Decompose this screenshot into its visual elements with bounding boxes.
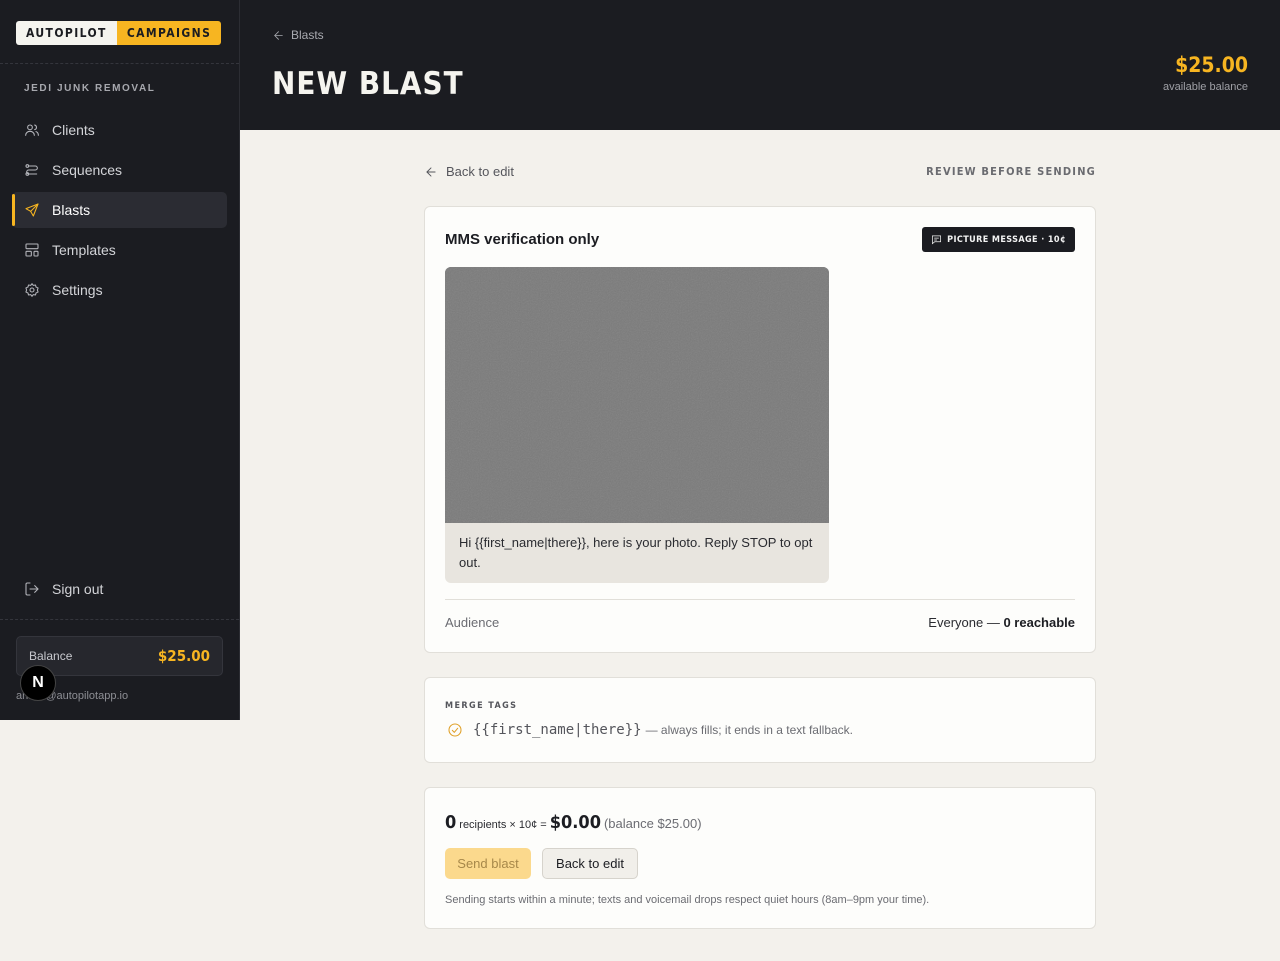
sidebar-nav: Clients Sequences Blasts Templates Setti… bbox=[12, 112, 227, 312]
logo-campaigns: CAMPAIGNS bbox=[116, 21, 222, 45]
back-to-edit-button[interactable]: Back to edit bbox=[542, 848, 638, 879]
total-cost: $0.00 bbox=[549, 812, 601, 833]
app-logo[interactable]: AUTOPILOT CAMPAIGNS bbox=[16, 21, 222, 45]
audience-value: Everyone — 0 reachable bbox=[928, 615, 1075, 630]
noise-image bbox=[445, 267, 829, 523]
sign-out-button[interactable]: Sign out bbox=[12, 571, 227, 607]
sidebar-item-settings[interactable]: Settings bbox=[12, 272, 227, 308]
merge-tag-description: — always fills; it ends in a text fallba… bbox=[645, 723, 853, 737]
sidebar-item-label: Templates bbox=[52, 242, 116, 258]
sidebar-divider bbox=[0, 619, 239, 620]
merge-tag-row: {{first_name|there}} — always fills; it … bbox=[447, 722, 853, 738]
page-header: Blasts NEW BLAST $25.00 available balanc… bbox=[240, 0, 1280, 130]
message-type-badge: PICTURE MESSAGE · 10¢ bbox=[922, 227, 1075, 252]
balance-value: $25.00 bbox=[157, 647, 210, 665]
sending-note: Sending starts within a minute; texts an… bbox=[445, 894, 930, 906]
sidebar-item-label: Settings bbox=[52, 282, 103, 298]
breadcrumb[interactable]: Blasts bbox=[272, 28, 324, 42]
sign-out-icon bbox=[25, 582, 39, 596]
sequences-icon bbox=[25, 164, 38, 176]
message-title: MMS verification only bbox=[445, 231, 600, 248]
sidebar-item-blasts[interactable]: Blasts bbox=[12, 192, 227, 228]
audience-reachable: 0 reachable bbox=[1003, 615, 1075, 630]
org-name: JEDI JUNK REMOVAL bbox=[24, 83, 156, 94]
check-circle-icon bbox=[448, 723, 462, 737]
sidebar-divider bbox=[0, 63, 239, 64]
review-label: REVIEW BEFORE SENDING bbox=[926, 165, 1096, 178]
sidebar-item-label: Sequences bbox=[52, 162, 123, 178]
message-preview-card: MMS verification only PICTURE MESSAGE · … bbox=[424, 206, 1096, 653]
send-blast-button[interactable]: Send blast bbox=[445, 848, 531, 879]
header-balance-amount: $25.00 bbox=[1175, 53, 1248, 77]
dev-tools-badge[interactable]: N bbox=[20, 665, 56, 701]
sidebar-item-label: Clients bbox=[52, 122, 95, 138]
balance-label: Balance bbox=[29, 649, 73, 663]
merge-tags-card: MERGE TAGS {{first_name|there}} — always… bbox=[424, 677, 1096, 763]
audience-label: Audience bbox=[445, 615, 500, 630]
review-topbar: Back to edit REVIEW BEFORE SENDING bbox=[424, 164, 1096, 180]
arrow-left-icon bbox=[426, 166, 436, 177]
sidebar: AUTOPILOT CAMPAIGNS JEDI JUNK REMOVAL Cl… bbox=[0, 0, 240, 720]
breadcrumb-blasts: Blasts bbox=[291, 28, 324, 42]
balance-note: (balance $25.00) bbox=[603, 816, 702, 831]
templates-icon bbox=[25, 243, 39, 257]
sign-out-label: Sign out bbox=[52, 581, 104, 597]
sidebar-item-clients[interactable]: Clients bbox=[12, 112, 227, 148]
logo-autopilot: AUTOPILOT bbox=[16, 21, 117, 45]
arrow-left-icon bbox=[274, 30, 283, 40]
merge-tag-code: {{first_name|there}} bbox=[473, 722, 642, 738]
sign-out: Sign out bbox=[12, 571, 227, 611]
message-body: Hi {{first_name|there}}, here is your ph… bbox=[445, 523, 829, 583]
back-to-edit-link[interactable]: Back to edit bbox=[424, 164, 514, 179]
divider bbox=[445, 599, 1075, 600]
merge-tags-heading: MERGE TAGS bbox=[445, 701, 518, 711]
recipients-text: recipients × 10¢ = bbox=[459, 819, 547, 831]
back-to-edit-label: Back to edit bbox=[446, 164, 514, 179]
recipients-count: 0 bbox=[445, 812, 457, 833]
message-icon bbox=[932, 235, 942, 245]
sidebar-item-label: Blasts bbox=[52, 202, 91, 218]
sidebar-item-sequences[interactable]: Sequences bbox=[12, 152, 227, 188]
header-balance: $25.00 available balance bbox=[1163, 53, 1248, 93]
page-title: NEW BLAST bbox=[272, 66, 464, 102]
send-icon bbox=[25, 203, 39, 217]
sidebar-item-templates[interactable]: Templates bbox=[12, 232, 227, 268]
cost-summary: 0 recipients × 10¢ = $0.00 (balance $25.… bbox=[445, 812, 702, 833]
message-type-label: PICTURE MESSAGE · 10¢ bbox=[947, 234, 1066, 245]
mms-image bbox=[445, 267, 829, 523]
users-icon bbox=[25, 124, 39, 136]
gear-icon bbox=[25, 283, 39, 297]
header-balance-caption: available balance bbox=[1162, 81, 1248, 93]
send-summary-card: 0 recipients × 10¢ = $0.00 (balance $25.… bbox=[424, 787, 1096, 929]
audience-prefix: Everyone — bbox=[928, 615, 1004, 630]
